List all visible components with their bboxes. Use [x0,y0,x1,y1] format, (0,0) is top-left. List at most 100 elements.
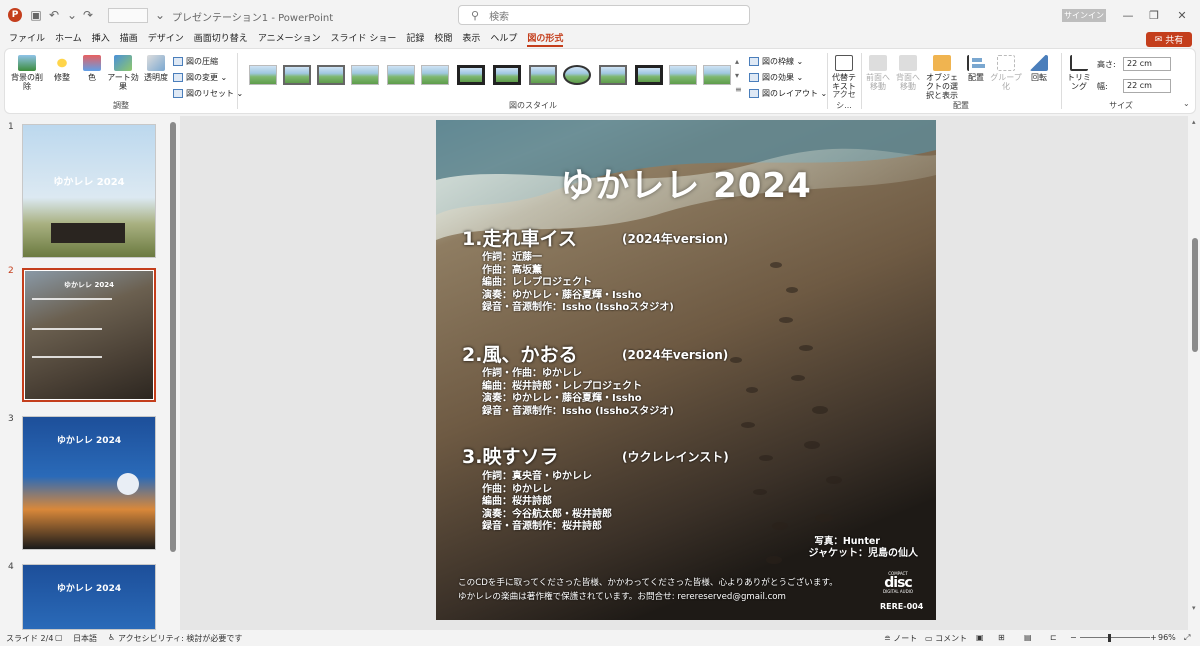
change-picture-button[interactable]: 図の変更 ⌄ [173,72,227,83]
comments-button[interactable]: ▭ コメント [925,633,967,644]
search-box[interactable]: ⚲ 検索 [458,5,750,25]
thumbnail-text-line [32,356,102,358]
picture-style-thumb[interactable] [351,65,379,85]
picture-style-thumb[interactable] [387,65,415,85]
normal-view-icon[interactable]: ▣ [976,633,984,642]
picture-style-thumb[interactable] [529,65,557,85]
alt-text-button[interactable]: 代替テキスト [829,55,859,91]
color-button[interactable]: 色 [79,55,105,82]
align-button[interactable]: 配置 [963,55,989,82]
zoom-slider-thumb[interactable] [1108,634,1111,642]
tab-file[interactable]: ファイル [4,30,50,48]
picture-border-button[interactable]: 図の枠線 ⌄ [749,56,803,67]
language-indicator[interactable]: 日本語 [73,633,97,644]
picture-layout-button[interactable]: 図のレイアウト ⌄ [749,88,827,99]
selection-pane-button[interactable]: オブジェクトの選択と表示 [923,55,961,100]
zoom-slider[interactable] [1080,637,1150,638]
scrollbar-thumb[interactable] [1192,238,1198,352]
restore-icon[interactable]: ❐ [1144,6,1164,24]
tab-view[interactable]: 表示 [457,30,485,48]
qat-more-icon[interactable]: ⌄ [152,7,168,23]
remove-background-button[interactable]: 背景の削除 [11,55,43,91]
gallery-down-icon[interactable]: ▾ [735,71,739,80]
tab-draw[interactable]: 描画 [115,30,143,48]
crop-button[interactable]: トリミング [1065,55,1093,91]
slideshow-icon[interactable]: ⊏ [1050,633,1057,642]
save-icon[interactable]: ▣ [28,7,44,23]
tab-transitions[interactable]: 画面切り替え [189,30,253,48]
height-input[interactable]: 22 cm [1123,57,1171,71]
collapse-ribbon-icon[interactable]: ⌄ [1183,99,1190,108]
slide-thumbnail-4[interactable]: ゆかレレ 2024 [22,564,156,630]
close-icon[interactable]: ✕ [1172,6,1192,24]
slide-thumbnail-1[interactable]: ゆかレレ 2024 [22,124,156,258]
picture-style-thumb[interactable] [421,65,449,85]
song-2-title: 2.風、かおる [462,344,578,366]
reading-view-icon[interactable]: ▤ [1024,633,1032,642]
gallery-up-icon[interactable]: ▴ [735,57,739,66]
zoom-level[interactable]: 96% [1158,633,1176,642]
tab-review[interactable]: 校閲 [429,30,457,48]
picture-style-thumb[interactable] [283,65,311,85]
artistic-effects-button[interactable]: アート効果 [105,55,141,91]
zoom-in-icon[interactable]: + [1150,633,1157,642]
picture-style-thumb[interactable] [493,65,521,85]
current-slide[interactable]: ゆかレレ 2024 1.走れ車イス (2024年version) 作詞：近藤一 … [436,120,936,620]
compress-pictures-button[interactable]: 図の圧縮 [173,56,218,67]
undo-dropdown-icon[interactable]: ⌄ [64,7,80,23]
font-size-box[interactable] [108,8,148,23]
picture-style-thumb[interactable] [249,65,277,85]
scroll-down-icon[interactable]: ▾ [1192,604,1196,612]
reset-picture-button[interactable]: 図のリセット ⌄ [173,88,243,99]
sign-in-button[interactable]: サインイン [1062,9,1106,22]
tab-design[interactable]: デザイン [143,30,189,48]
tab-insert[interactable]: 挿入 [87,30,115,48]
song-2-credit: 演奏：ゆかレレ・藤谷夏輝・Issho [482,393,642,404]
accessibility-status[interactable]: アクセシビリティ: 検討が必要です [118,633,242,644]
tab-home[interactable]: ホーム [50,30,87,48]
spelling-icon[interactable]: ▢ [55,633,63,642]
zoom-out-icon[interactable]: − [1070,633,1077,642]
redo-icon[interactable]: ↷ [80,7,96,23]
slide-sorter-icon[interactable]: ⊞ [998,633,1005,642]
group-objects-label: グループ化 [990,73,1022,91]
picture-style-thumb[interactable] [669,65,697,85]
picture-style-thumb[interactable] [599,65,627,85]
picture-style-thumb[interactable] [635,65,663,85]
disc-logo-main: disc [884,575,912,591]
corrections-button[interactable]: 修整 [47,55,77,82]
width-input[interactable]: 22 cm [1123,79,1171,93]
send-backward-button[interactable]: 背面へ移動 [893,55,923,91]
height-label: 高さ: [1097,60,1116,69]
minimize-icon[interactable]: — [1118,6,1138,24]
picture-style-thumb[interactable] [457,65,485,85]
song-3-credit: 編曲：桜井詩郎 [482,496,552,507]
notes-button[interactable]: ≘ ノート [884,633,917,644]
rotate-button[interactable]: 回転 [1025,55,1053,82]
picture-style-thumb[interactable] [317,65,345,85]
align-icon [967,55,985,71]
undo-icon[interactable]: ↶ [46,7,62,23]
tab-help[interactable]: ヘルプ [485,30,522,48]
tab-picture-format[interactable]: 図の形式 [522,30,568,48]
group-objects-button[interactable]: グループ化 [989,55,1023,91]
picture-style-thumb[interactable] [703,65,731,85]
gallery-more-icon[interactable]: ≡ [735,85,742,94]
thumbnail-text-line [32,328,102,330]
picture-style-thumb[interactable] [563,65,591,85]
thumbnail-scrollbar[interactable] [170,122,176,552]
send-backward-icon [899,55,917,71]
editor-scrollbar[interactable]: ▴ ▾ [1190,116,1200,630]
scroll-up-icon[interactable]: ▴ [1192,118,1196,126]
tab-animations[interactable]: アニメーション [253,30,326,48]
fit-slide-icon[interactable]: ⤢ [1184,633,1190,643]
transparency-button[interactable]: 透明度 [143,55,169,82]
tab-record[interactable]: 記録 [401,30,429,48]
picture-effects-button[interactable]: 図の効果 ⌄ [749,72,803,83]
slide-thumbnail-2[interactable]: ゆかレレ 2024 [22,268,156,402]
bring-forward-button[interactable]: 前面へ移動 [863,55,893,91]
tab-slideshow[interactable]: スライド ショー [325,30,401,48]
slide-thumbnail-3[interactable]: ゆかレレ 2024 [22,416,156,550]
send-backward-label: 背面へ移動 [896,73,920,91]
share-button[interactable]: ✉ 共有 [1146,32,1192,47]
